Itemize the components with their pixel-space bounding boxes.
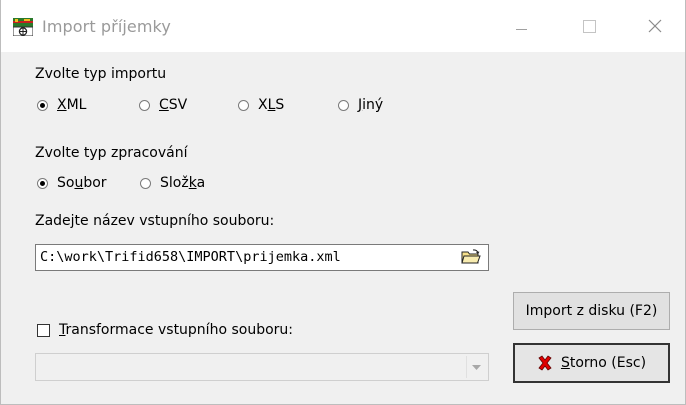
transform-combo[interactable] xyxy=(35,353,489,381)
radio-slozka[interactable]: Složka xyxy=(140,175,205,191)
import-dialog-window: Import příjemky Zvolte typ importu XML C… xyxy=(0,0,686,405)
input-file-label: Zadejte název vstupního souboru: xyxy=(35,213,275,229)
radio-soubor-label: Soubor xyxy=(57,175,107,191)
transform-checkbox-label: Transformace vstupního souboru: xyxy=(59,322,293,338)
radio-jiny-dot[interactable] xyxy=(338,99,349,111)
radio-jiny[interactable]: Jiný xyxy=(338,97,383,113)
close-button[interactable] xyxy=(627,0,683,52)
maximize-icon xyxy=(582,19,596,33)
radio-xml-label: XML xyxy=(57,97,87,113)
radio-jiny-label: Jiný xyxy=(358,97,384,113)
radio-slozka-dot[interactable] xyxy=(140,177,151,189)
window-title: Import příjemky xyxy=(42,17,171,36)
import-button-label: Import z disku (F2) xyxy=(525,303,658,319)
minimize-icon xyxy=(515,28,527,30)
chevron-down-icon xyxy=(472,364,481,370)
close-icon xyxy=(648,19,662,33)
browse-button[interactable] xyxy=(459,247,483,267)
transform-checkbox[interactable]: Transformace vstupního souboru: xyxy=(37,322,293,338)
combo-dropdown-button[interactable] xyxy=(466,356,486,378)
cancel-button[interactable]: Storno (Esc) xyxy=(513,343,670,383)
radio-xml-dot[interactable] xyxy=(37,99,48,111)
processing-type-label: Zvolte typ zpracování xyxy=(35,145,188,161)
radio-xls-label: XLS xyxy=(258,97,285,113)
title-bar[interactable]: Import příjemky xyxy=(1,0,685,52)
transform-checkbox-box[interactable] xyxy=(37,323,50,337)
radio-xml[interactable]: XML xyxy=(37,97,86,113)
maximize-button[interactable] xyxy=(561,0,617,52)
radio-xls-dot[interactable] xyxy=(238,99,249,111)
open-folder-icon xyxy=(461,249,481,264)
radio-soubor[interactable]: Soubor xyxy=(37,175,107,191)
trifid-app-icon xyxy=(13,18,33,36)
radio-csv[interactable]: CSV xyxy=(139,97,187,113)
cancel-button-label: Storno (Esc) xyxy=(560,355,647,371)
radio-soubor-dot[interactable] xyxy=(37,177,48,189)
radio-csv-label: CSV xyxy=(159,97,188,113)
import-type-label: Zvolte typ importu xyxy=(35,66,167,82)
input-file-field[interactable]: C:\work\Trifid658\IMPORT\prijemka.xml xyxy=(35,244,489,271)
import-from-disk-button[interactable]: Import z disku (F2) xyxy=(513,292,670,330)
red-x-icon xyxy=(538,355,552,371)
radio-slozka-label: Složka xyxy=(160,175,206,191)
radio-csv-dot[interactable] xyxy=(139,99,150,111)
radio-xls[interactable]: XLS xyxy=(238,97,284,113)
minimize-button[interactable] xyxy=(493,0,549,52)
